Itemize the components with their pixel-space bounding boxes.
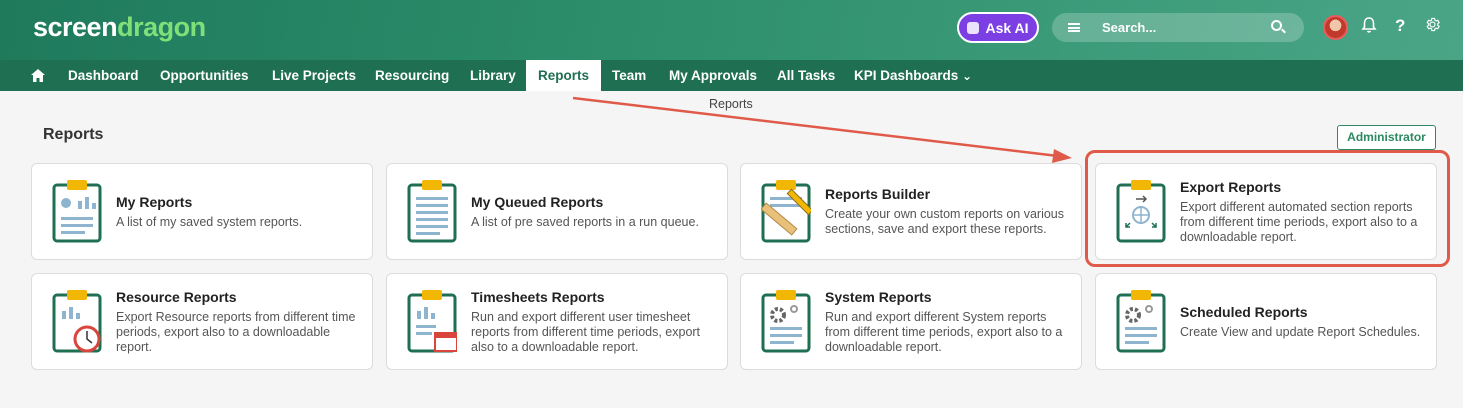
ai-chat-icon [967,21,980,34]
card-title: My Queued Reports [471,193,604,210]
breadcrumb: Reports [709,97,753,111]
card-my-queued-reports[interactable]: My Queued Reports A list of pre saved rep… [386,163,728,260]
nav-team[interactable]: Team [612,60,646,91]
ask-ai-button[interactable]: Ask AI [957,12,1039,43]
card-system-reports[interactable]: System Reports Run and export different S… [740,273,1082,370]
bell-icon[interactable] [1361,16,1377,39]
card-resource-reports[interactable]: Resource Reports Export Resource reports … [31,273,373,370]
home-icon[interactable] [31,69,45,82]
card-description: Run and export different System reports … [825,309,1063,354]
administrator-button[interactable]: Administrator [1337,125,1436,150]
nav-live-projects[interactable]: Live Projects [272,60,356,91]
nav-all-tasks[interactable]: All Tasks [777,60,835,91]
menu-icon[interactable] [1068,23,1080,32]
search-icon[interactable] [1271,20,1282,31]
card-description: Export Resource reports from different t… [116,309,356,354]
nav-dashboard[interactable]: Dashboard [68,60,139,91]
global-search[interactable]: Search... [1052,13,1304,42]
clipboard-pencil-icon [761,180,811,243]
nav-opportunities[interactable]: Opportunities [160,60,249,91]
user-avatar[interactable] [1323,15,1348,40]
card-description: Run and export different user timesheet … [471,309,701,354]
card-title: My Reports [116,193,193,210]
card-title: Timesheets Reports [471,288,605,305]
clipboard-list-icon [407,180,457,243]
help-icon[interactable]: ? [1395,16,1405,36]
card-description: Create View and update Report Schedules. [1180,324,1421,339]
card-reports-builder[interactable]: Reports Builder Create your own custom re… [740,163,1082,260]
nav-resourcing[interactable]: Resourcing [375,60,449,91]
clipboard-gear-icon [761,290,811,353]
card-scheduled-reports[interactable]: Scheduled Reports Create View and update … [1095,273,1437,370]
card-timesheets-reports[interactable]: Timesheets Reports Run and export differe… [386,273,728,370]
top-header: screendragon Ask AI Search... ? [0,0,1463,60]
card-title: Reports Builder [825,186,931,202]
nav-my-approvals[interactable]: My Approvals [669,60,757,91]
card-title: System Reports [825,288,932,305]
clipboard-calendar-icon [407,290,457,353]
nav-kpi-dashboards[interactable]: KPI Dashboards ⌄ [854,60,972,91]
card-title: Resource Reports [116,288,237,305]
page-title: Reports [43,126,104,143]
card-my-reports[interactable]: My Reports A list of my saved system repo… [31,163,373,260]
search-input[interactable]: Search... [1102,20,1156,35]
nav-reports[interactable]: Reports [526,60,601,91]
card-description: Create your own custom reports on variou… [825,207,1064,236]
screendragon-logo[interactable]: screendragon [33,12,206,43]
card-description: A list of pre saved reports in a run que… [471,214,699,229]
clipboard-gear-icon [1116,290,1166,353]
card-description: A list of my saved system reports. [116,214,303,229]
main-nav: Dashboard Opportunities Live Projects Re… [0,60,1463,91]
highlight-box [1085,150,1450,267]
card-title: Scheduled Reports [1180,303,1308,320]
gear-icon[interactable] [1424,16,1441,38]
clipboard-chart-icon [52,180,102,243]
clipboard-clock-icon [52,290,102,353]
nav-library[interactable]: Library [470,60,516,91]
chevron-down-icon: ⌄ [962,69,973,83]
